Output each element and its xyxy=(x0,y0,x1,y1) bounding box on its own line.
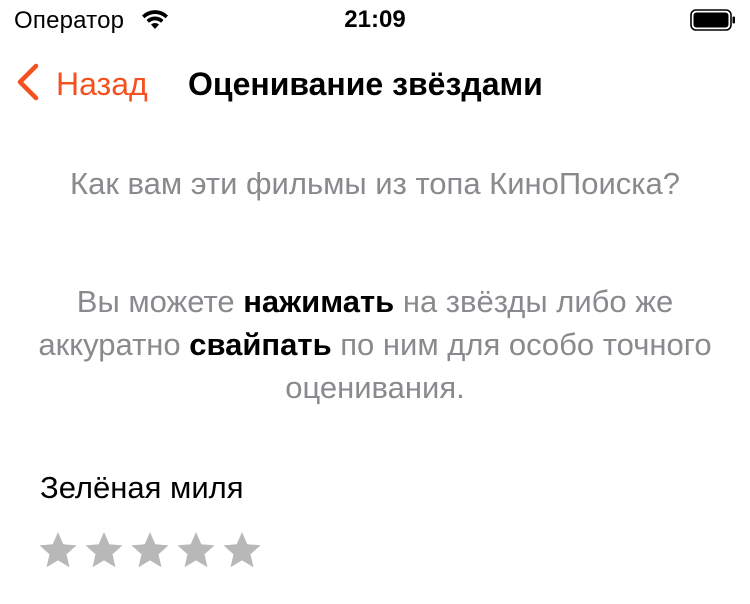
instructions-part3: по ним для особо точного оценивания. xyxy=(285,327,712,405)
star-icon[interactable] xyxy=(38,530,78,570)
back-label: Назад xyxy=(56,65,148,102)
navigation-bar: Назад Оценивание звёздами xyxy=(0,48,750,120)
instructions-text: Вы можете нажимать на звёзды либо же акк… xyxy=(20,280,730,409)
star-icon[interactable] xyxy=(222,530,262,570)
screen: Оператор 21:09 Назад Оценивание звёздами… xyxy=(0,0,750,604)
status-bar: Оператор 21:09 xyxy=(0,0,750,40)
clock: 21:09 xyxy=(344,6,406,33)
chevron-left-icon xyxy=(14,62,56,107)
question-text: Как вам эти фильмы из топа КиноПоиска? xyxy=(70,166,680,201)
battery-icon xyxy=(690,9,736,31)
instructions-bold-tap: нажимать xyxy=(243,284,395,319)
page-title: Оценивание звёздами xyxy=(188,66,543,102)
star-icon[interactable] xyxy=(176,530,216,570)
back-button[interactable]: Назад xyxy=(14,62,148,106)
star-rating[interactable] xyxy=(38,530,262,570)
star-icon[interactable] xyxy=(84,530,124,570)
instructions-bold-swipe: свайпать xyxy=(189,327,332,362)
star-icon[interactable] xyxy=(130,530,170,570)
movie-title: Зелёная миля xyxy=(40,470,244,505)
instructions-part1: Вы можете xyxy=(76,284,244,319)
